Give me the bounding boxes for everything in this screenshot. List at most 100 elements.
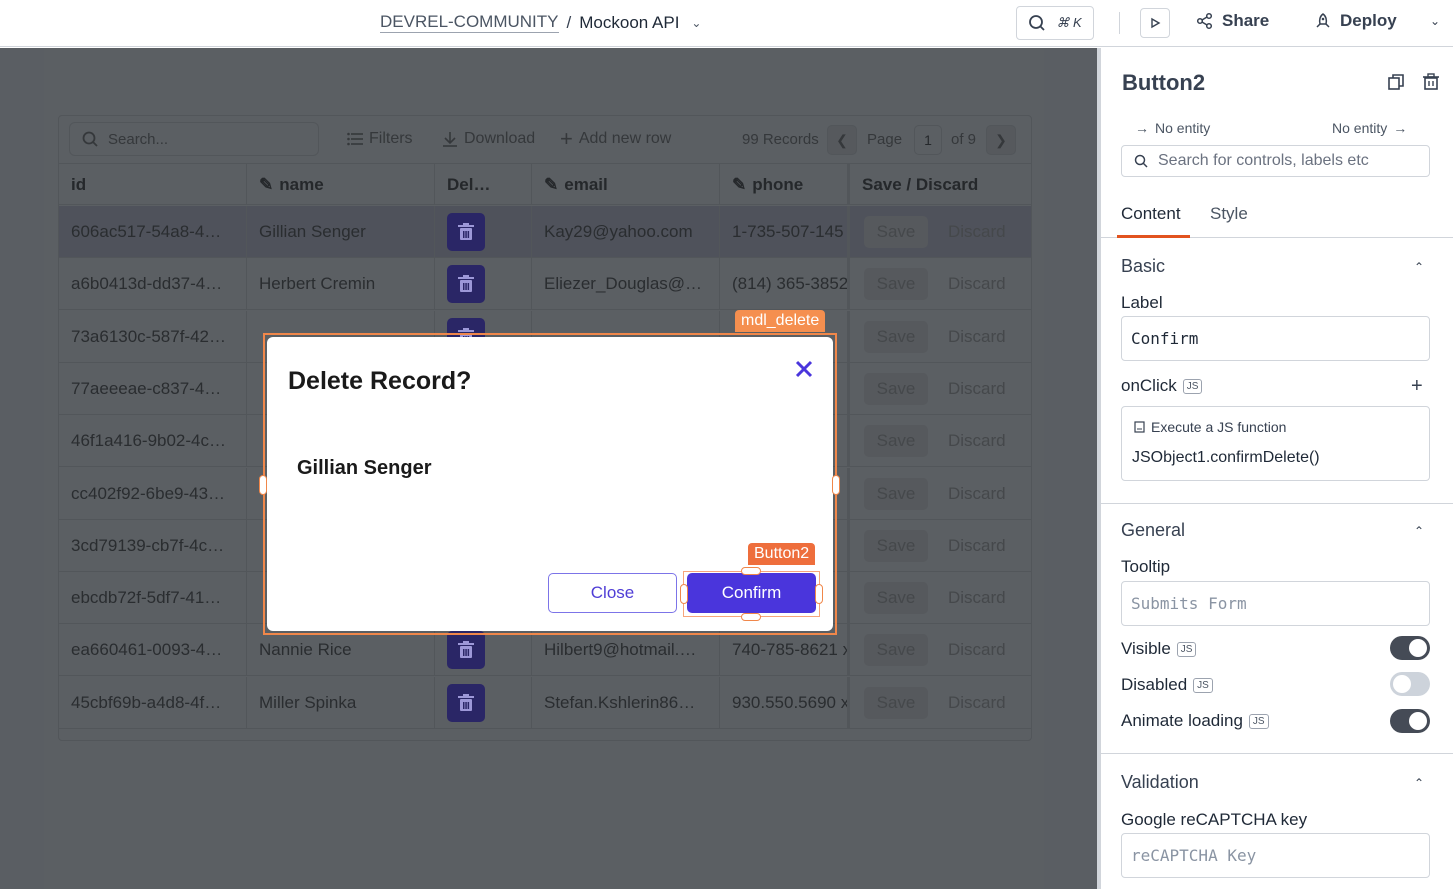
table-row[interactable]: 45cbf69b-a4d8-4f… Miller Spinka Stefan.Ksh…: [59, 676, 1031, 729]
table-row[interactable]: 606ac517-54a8-4… Gillian Senger Kay29@yaho…: [59, 206, 1031, 258]
chevron-up-icon[interactable]: ⌃: [1414, 524, 1424, 538]
cell-email[interactable]: Kay29@yahoo.com: [532, 206, 720, 258]
add-action-plus-icon[interactable]: +: [1411, 375, 1423, 398]
cell-id[interactable]: cc402f92-6be9-43…: [59, 467, 247, 520]
modal-widget-tag[interactable]: mdl_delete: [735, 310, 826, 332]
save-row-button[interactable]: Save: [864, 216, 928, 248]
cell-id[interactable]: 73a6130c-587f-42…: [59, 310, 247, 363]
save-row-button[interactable]: Save: [864, 582, 928, 615]
cell-id[interactable]: 3cd79139-cb7f-4c…: [59, 519, 247, 572]
preview-button[interactable]: [1140, 8, 1170, 38]
column-header-delete[interactable]: Del…: [435, 164, 532, 205]
section-basic-title[interactable]: Basic: [1121, 256, 1165, 277]
tab-style[interactable]: Style: [1210, 204, 1248, 224]
button-widget-tag[interactable]: Button2: [748, 543, 816, 565]
table-search-input[interactable]: Search...: [69, 122, 319, 156]
column-header-name[interactable]: ✎ name: [247, 164, 435, 205]
property-search-input[interactable]: Search for controls, labels etc: [1121, 145, 1430, 177]
column-header-id[interactable]: id: [59, 164, 247, 205]
filters-button[interactable]: Filters: [347, 130, 413, 148]
outgoing-entity-link[interactable]: No entity →: [1332, 120, 1407, 136]
button-resize-handle-bottom[interactable]: [741, 613, 761, 621]
cell-name[interactable]: Herbert Cremin: [247, 258, 435, 311]
discard-row-button[interactable]: Discard: [948, 536, 1006, 556]
js-toggle-button[interactable]: JS: [1182, 378, 1203, 394]
copy-icon[interactable]: [1386, 72, 1406, 92]
discard-row-button[interactable]: Discard: [948, 693, 1006, 713]
save-row-button[interactable]: Save: [864, 686, 928, 719]
discard-row-button[interactable]: Discard: [948, 640, 1006, 660]
discard-row-button[interactable]: Discard: [948, 222, 1006, 242]
discard-row-button[interactable]: Discard: [948, 274, 1006, 294]
visible-toggle[interactable]: [1390, 636, 1430, 660]
widget-name[interactable]: Button2: [1122, 70, 1205, 96]
delete-row-button[interactable]: [447, 683, 485, 722]
cell-email[interactable]: Stefan.Kshlerin86…: [532, 676, 720, 729]
close-icon[interactable]: [792, 357, 816, 381]
incoming-entity-link[interactable]: → No entity: [1135, 120, 1210, 136]
disabled-toggle[interactable]: [1390, 672, 1430, 696]
cell-id[interactable]: 46f1a416-9b02-4c…: [59, 415, 247, 468]
command-search-button[interactable]: ⌘ K: [1016, 6, 1094, 40]
cell-name[interactable]: Gillian Senger: [247, 206, 435, 258]
chevron-up-icon[interactable]: ⌃: [1414, 776, 1424, 790]
cell-id[interactable]: a6b0413d-dd37-4…: [59, 258, 247, 311]
chevron-down-icon[interactable]: ⌄: [691, 16, 701, 30]
discard-row-button[interactable]: Discard: [948, 588, 1006, 608]
js-toggle-button[interactable]: JS: [1176, 641, 1197, 657]
download-button[interactable]: Download: [442, 130, 535, 148]
delete-row-button[interactable]: [447, 265, 485, 304]
cell-phone[interactable]: 930.550.5690 x: [720, 676, 848, 729]
share-button[interactable]: Share: [1196, 11, 1269, 31]
next-page-button[interactable]: ❯: [986, 125, 1016, 155]
workspace-link[interactable]: DEVREL-COMMUNITY: [380, 12, 559, 33]
column-header-save-discard[interactable]: Save / Discard: [848, 164, 1031, 205]
js-toggle-button[interactable]: JS: [1193, 677, 1213, 693]
save-row-button[interactable]: Save: [864, 320, 928, 353]
tooltip-input[interactable]: Submits Form: [1121, 581, 1430, 626]
app-name[interactable]: Mockoon API: [579, 13, 679, 33]
chevron-up-icon[interactable]: ⌃: [1414, 260, 1424, 274]
column-header-phone[interactable]: ✎ phone: [720, 164, 848, 205]
discard-row-button[interactable]: Discard: [948, 484, 1006, 504]
save-row-button[interactable]: Save: [864, 372, 928, 405]
button-resize-handle-right[interactable]: [815, 584, 823, 604]
save-row-button[interactable]: Save: [864, 529, 928, 562]
cell-id[interactable]: 45cbf69b-a4d8-4f…: [59, 676, 247, 729]
label-input[interactable]: Confirm: [1121, 316, 1430, 361]
deploy-options-chevron-icon[interactable]: ⌄: [1430, 14, 1440, 28]
discard-row-button[interactable]: Discard: [948, 431, 1006, 451]
button-resize-handle-top[interactable]: [741, 567, 761, 575]
discard-row-button[interactable]: Discard: [948, 327, 1006, 347]
save-row-button[interactable]: Save: [864, 425, 928, 458]
cell-id[interactable]: ebcdb72f-5df7-41…: [59, 572, 247, 625]
cell-email[interactable]: Eliezer_Douglas@…: [532, 258, 720, 311]
save-row-button[interactable]: Save: [864, 634, 928, 667]
table-row[interactable]: a6b0413d-dd37-4… Herbert Cremin Eliezer_Do…: [59, 258, 1031, 311]
modal-resize-handle-right[interactable]: [832, 475, 840, 495]
delete-row-button[interactable]: [447, 631, 485, 670]
column-header-email[interactable]: ✎ email: [532, 164, 720, 205]
discard-row-button[interactable]: Discard: [948, 379, 1006, 399]
tab-content[interactable]: Content: [1121, 204, 1181, 224]
section-general-title[interactable]: General: [1121, 520, 1185, 541]
animate-loading-toggle[interactable]: [1390, 709, 1430, 733]
deploy-button[interactable]: Deploy: [1314, 11, 1397, 31]
delete-row-button[interactable]: [447, 213, 485, 251]
cell-name[interactable]: Miller Spinka: [247, 676, 435, 729]
page-number-input[interactable]: 1: [914, 125, 942, 155]
cell-id[interactable]: 606ac517-54a8-4…: [59, 206, 247, 258]
onclick-action-card[interactable]: Execute a JS function JSObject1.confirmD…: [1121, 406, 1430, 481]
button-resize-handle-left[interactable]: [680, 584, 688, 604]
modal-resize-handle-left[interactable]: [259, 475, 267, 495]
save-row-button[interactable]: Save: [864, 268, 928, 301]
recaptcha-key-input[interactable]: reCAPTCHA Key: [1121, 833, 1430, 878]
js-toggle-button[interactable]: JS: [1248, 713, 1269, 729]
save-row-button[interactable]: Save: [864, 477, 928, 510]
delete-icon[interactable]: [1421, 72, 1441, 92]
add-new-row-button[interactable]: + Add new row: [560, 128, 671, 150]
cell-phone[interactable]: (814) 365-3852: [720, 258, 848, 311]
cell-id[interactable]: 77aeeeae-c837-4…: [59, 362, 247, 415]
close-button[interactable]: Close: [548, 573, 677, 613]
cell-phone[interactable]: 1-735-507-145: [720, 206, 848, 258]
